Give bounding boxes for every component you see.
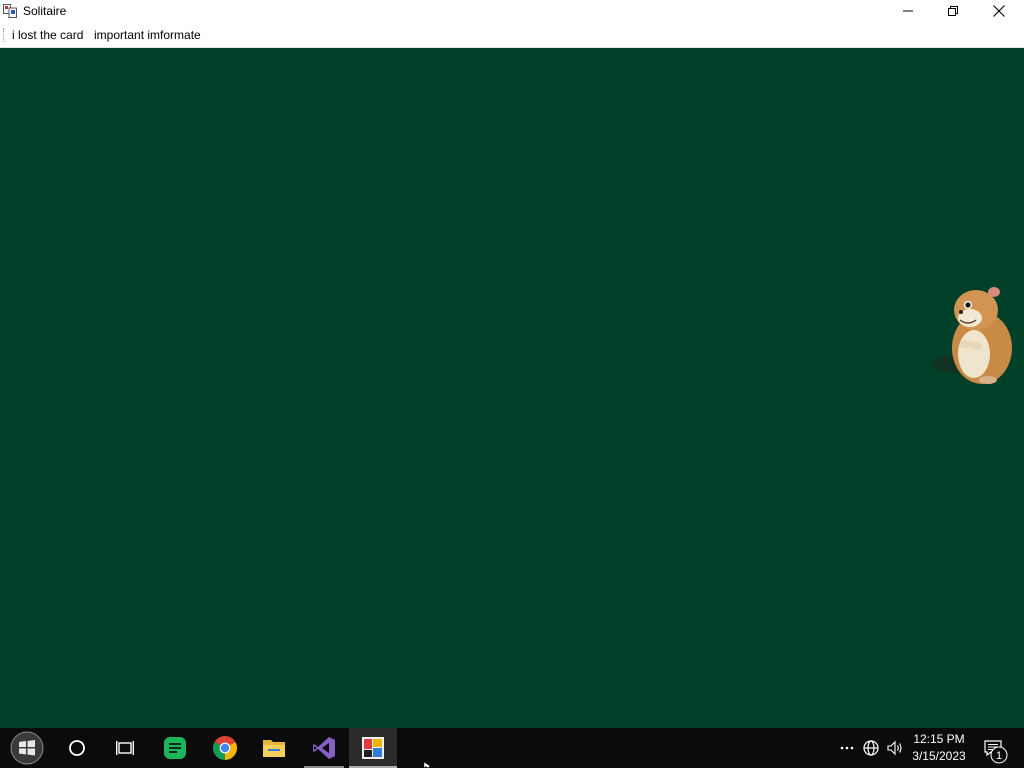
menu-item-important-info[interactable]: important imformate xyxy=(91,27,204,43)
notification-count: 1 xyxy=(996,750,1002,762)
restore-button[interactable] xyxy=(930,0,976,22)
taskbar-chrome[interactable] xyxy=(201,728,249,768)
restore-icon xyxy=(948,6,958,16)
taskbar-clock[interactable]: 12:15 PM 3/15/2023 xyxy=(906,731,972,765)
taskbar-solitaire[interactable] xyxy=(349,728,397,768)
tray-network-button[interactable] xyxy=(860,728,882,768)
menu-item-lost-card[interactable]: i lost the card xyxy=(9,27,86,43)
file-explorer-icon xyxy=(263,740,285,757)
notification-count-badge: 1 xyxy=(990,746,1008,764)
clock-time: 12:15 PM xyxy=(913,732,965,746)
overflow-icon xyxy=(840,746,854,750)
tray-volume-button[interactable] xyxy=(884,728,906,768)
search-icon xyxy=(69,740,85,756)
volume-icon xyxy=(887,740,902,756)
search-button[interactable] xyxy=(53,728,101,768)
chat-app-icon xyxy=(164,737,186,759)
menu-grip xyxy=(3,28,6,42)
solitaire-app-icon xyxy=(3,4,17,18)
network-icon xyxy=(863,740,879,756)
menu-bar: i lost the card important imformate xyxy=(0,23,1024,48)
task-view-icon xyxy=(116,741,134,755)
close-button[interactable] xyxy=(976,0,1022,22)
mouse-cursor-icon xyxy=(424,762,430,768)
chrome-icon xyxy=(213,736,237,760)
taskbar-visual-studio[interactable] xyxy=(300,728,348,768)
start-icon xyxy=(10,731,44,765)
solitaire-app-icon xyxy=(362,737,384,759)
tray-overflow-button[interactable] xyxy=(836,728,858,768)
window-title: Solitaire xyxy=(23,4,67,18)
taskbar-file-explorer[interactable] xyxy=(250,728,298,768)
taskbar-chat-app[interactable] xyxy=(151,728,199,768)
visual-studio-icon xyxy=(313,737,335,759)
window-title-bar[interactable]: Solitaire xyxy=(0,0,1024,23)
game-area[interactable] xyxy=(0,48,1024,728)
hamster-image[interactable] xyxy=(930,282,1020,386)
clock-date: 3/15/2023 xyxy=(912,749,966,763)
start-button[interactable] xyxy=(3,728,51,768)
task-view-button[interactable] xyxy=(101,728,149,768)
minimize-icon xyxy=(903,10,913,12)
close-icon xyxy=(993,5,1005,17)
minimize-button[interactable] xyxy=(885,0,931,22)
taskbar: 12:15 PM 3/15/2023 xyxy=(0,728,1024,768)
